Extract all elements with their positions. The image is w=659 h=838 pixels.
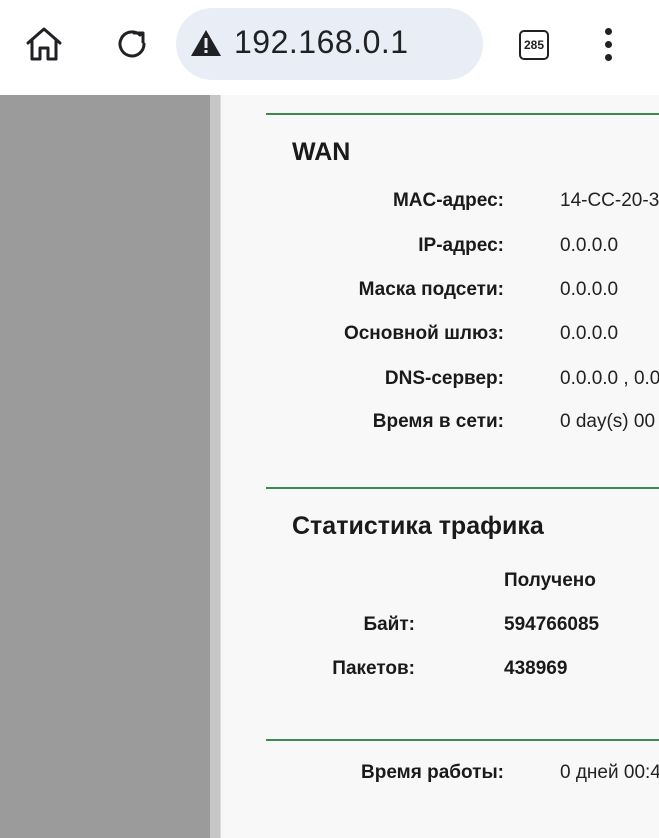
more-vert-icon	[604, 27, 612, 35]
uptime-label: Время работы:	[361, 762, 504, 783]
tab-switcher-button[interactable]: 285	[514, 26, 554, 64]
more-menu-button[interactable]	[590, 24, 626, 64]
reload-icon	[118, 30, 146, 58]
home-icon	[26, 27, 62, 61]
home-button[interactable]	[20, 22, 68, 66]
reload-button[interactable]	[108, 22, 156, 66]
browser-toolbar: 192.168.0.1 285	[0, 0, 659, 95]
tab-count: 285	[523, 38, 545, 52]
section-divider	[266, 113, 659, 115]
more-vert-icon-dot	[604, 53, 612, 61]
more-vert-icon-dot	[604, 40, 612, 48]
gateway-value: 0.0.0.0	[560, 323, 619, 344]
left-menu-frame[interactable]	[0, 95, 210, 838]
dns-label: DNS-сервер:	[384, 368, 504, 389]
subnet-value: 0.0.0.0	[560, 279, 619, 300]
packets-received-value: 438969	[504, 658, 568, 679]
frame-divider[interactable]	[210, 95, 221, 838]
warning-icon[interactable]	[190, 28, 222, 58]
mac-value: 14-CC-20-3	[560, 190, 659, 211]
address-bar[interactable]: 192.168.0.1	[176, 8, 483, 80]
status-content-frame[interactable]: WAN MAC-адрес: 14-CC-20-3 IP-адрес: 0.0.…	[221, 95, 659, 838]
mac-label: MAC-адрес:	[392, 190, 504, 211]
section-divider	[266, 739, 659, 741]
ip-value: 0.0.0.0	[560, 235, 619, 256]
traffic-title: Статистика трафика	[292, 512, 544, 540]
subnet-label: Маска подсети:	[358, 279, 504, 300]
tab-switcher-icon: 285	[519, 30, 549, 60]
wan-title: WAN	[292, 138, 351, 166]
dns-value: 0.0.0.0 , 0.0	[560, 368, 659, 389]
bytes-received-value: 594766085	[504, 614, 600, 635]
ip-label: IP-адрес:	[418, 235, 504, 256]
bytes-label: Байт:	[363, 614, 415, 635]
uptime-value: 0 дней 00:4	[560, 762, 659, 783]
section-divider	[266, 487, 659, 489]
online-time-label: Время в сети:	[372, 411, 504, 432]
received-header: Получено	[504, 570, 596, 591]
packets-label: Пакетов:	[332, 658, 415, 679]
online-time-value: 0 day(s) 00	[560, 411, 656, 432]
gateway-label: Основной шлюз:	[343, 323, 504, 344]
url-text[interactable]: 192.168.0.1	[234, 24, 409, 61]
